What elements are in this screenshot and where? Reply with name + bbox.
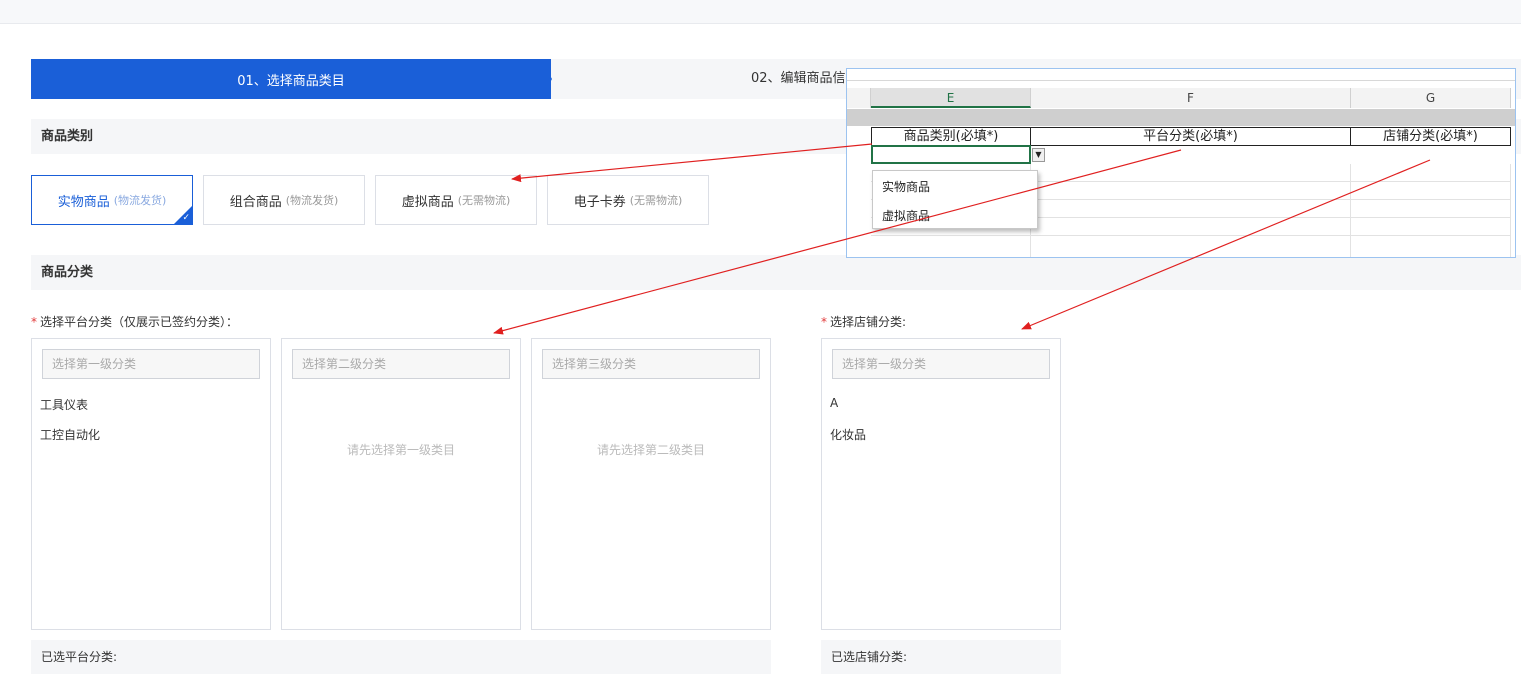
excel-grid-cell[interactable] [1351, 200, 1511, 218]
selected-shop-category: 已选店铺分类: [821, 640, 1061, 674]
platform-level2-empty-hint: 请先选择第一级类目 [346, 443, 455, 457]
excel-row-header-corner [847, 88, 871, 108]
shop-level1-item[interactable]: 化妆品 [830, 426, 866, 443]
excel-active-cell[interactable] [871, 145, 1031, 164]
excel-grid-cell[interactable] [1031, 164, 1351, 182]
step-2-edit-info[interactable]: 02、编辑商品信 [751, 59, 846, 99]
platform-level3-panel: 选择第三级分类 请先选择第二级类目 [531, 338, 771, 630]
category-card-virtual[interactable]: 虚拟商品 (无需物流) [375, 175, 537, 225]
excel-grid-cell[interactable] [1031, 200, 1351, 218]
excel-grid-cell[interactable] [1351, 164, 1511, 182]
excel-gray-row [847, 109, 1515, 126]
platform-category-label-text: 选择平台分类（仅展示已签约分类）： [40, 315, 239, 329]
platform-level1-item[interactable]: 工具仪表 [40, 396, 88, 413]
shop-level1-search-input[interactable]: 选择第一级分类 [832, 349, 1050, 379]
platform-category-label: * 选择平台分类（仅展示已签约分类）： [31, 313, 238, 330]
excel-top-strip [847, 69, 1515, 81]
dropdown-arrow-icon[interactable]: ▼ [1032, 148, 1045, 162]
excel-cell-header-platform[interactable]: 平台分类(必填*) [1031, 127, 1351, 146]
excel-column-header-f[interactable]: F [1031, 88, 1351, 108]
excel-cell-header-category-type[interactable]: 商品类别(必填*) [871, 127, 1031, 146]
excel-grid-cell[interactable] [1351, 182, 1511, 200]
excel-grid-cell[interactable] [1351, 218, 1511, 236]
top-bar [0, 0, 1521, 24]
dropdown-option-physical[interactable]: 实物商品 [882, 178, 930, 195]
required-mark: * [821, 315, 827, 329]
excel-cell-header-shop[interactable]: 店铺分类(必填*) [1351, 127, 1511, 146]
check-icon: ✓ [182, 213, 190, 223]
category-card-ecard[interactable]: 电子卡券 (无需物流) [547, 175, 709, 225]
step-1-select-category[interactable]: 01、选择商品类目 [31, 59, 551, 99]
category-card-physical[interactable]: 实物商品 (物流发货) ✓ [31, 175, 193, 225]
category-card-sub: (无需物流) [457, 194, 511, 207]
platform-level3-empty-hint: 请先选择第二级类目 [596, 443, 705, 457]
shop-category-label-text: 选择店铺分类: [830, 315, 907, 329]
platform-level3-search-input[interactable]: 选择第三级分类 [542, 349, 760, 379]
step-1-arrow-shape [541, 59, 552, 99]
platform-level1-search-input[interactable]: 选择第一级分类 [42, 349, 260, 379]
category-card-name: 实物商品 [57, 194, 110, 210]
required-mark: * [31, 315, 37, 329]
category-card-name: 组合商品 [229, 194, 282, 210]
excel-grid-cell[interactable] [1031, 236, 1351, 257]
platform-level1-panel: 选择第一级分类 工具仪表 工控自动化 [31, 338, 271, 630]
platform-level2-panel: 选择第二级分类 请先选择第一级类目 [281, 338, 521, 630]
platform-level2-search-input[interactable]: 选择第二级分类 [292, 349, 510, 379]
excel-column-header-g[interactable]: G [1351, 88, 1511, 108]
category-card-name: 虚拟商品 [401, 194, 454, 210]
step-1-label: 01、选择商品类目 [237, 73, 345, 89]
dropdown-option-virtual[interactable]: 虚拟商品 [882, 207, 930, 224]
category-card-sub: (物流发货) [285, 194, 339, 207]
category-card-bundle[interactable]: 组合商品 (物流发货) [203, 175, 365, 225]
excel-overlay: E F G 商品类别(必填*) 平台分类(必填*) 店铺分类(必填*) ▼ 实物… [846, 68, 1516, 258]
selected-platform-category: 已选平台分类: [31, 640, 771, 674]
shop-level1-item[interactable]: A [830, 396, 838, 410]
excel-grid-cell[interactable] [1351, 236, 1511, 257]
excel-grid-cell[interactable] [1031, 182, 1351, 200]
shop-level1-panel: 选择第一级分类 A 化妆品 [821, 338, 1061, 630]
excel-grid-cell[interactable] [871, 236, 1031, 257]
shop-category-label: * 选择店铺分类: [821, 313, 906, 330]
category-card-sub: (物流发货) [113, 194, 167, 207]
section-header-classification: 商品分类 [31, 255, 1521, 290]
excel-validation-dropdown: 实物商品 虚拟商品 [872, 170, 1038, 229]
excel-grid-cell[interactable] [1031, 218, 1351, 236]
excel-column-header-e[interactable]: E [871, 88, 1031, 108]
category-card-name: 电子卡券 [573, 194, 626, 210]
category-card-sub: (无需物流) [629, 194, 683, 207]
platform-level1-item[interactable]: 工控自动化 [40, 426, 100, 443]
